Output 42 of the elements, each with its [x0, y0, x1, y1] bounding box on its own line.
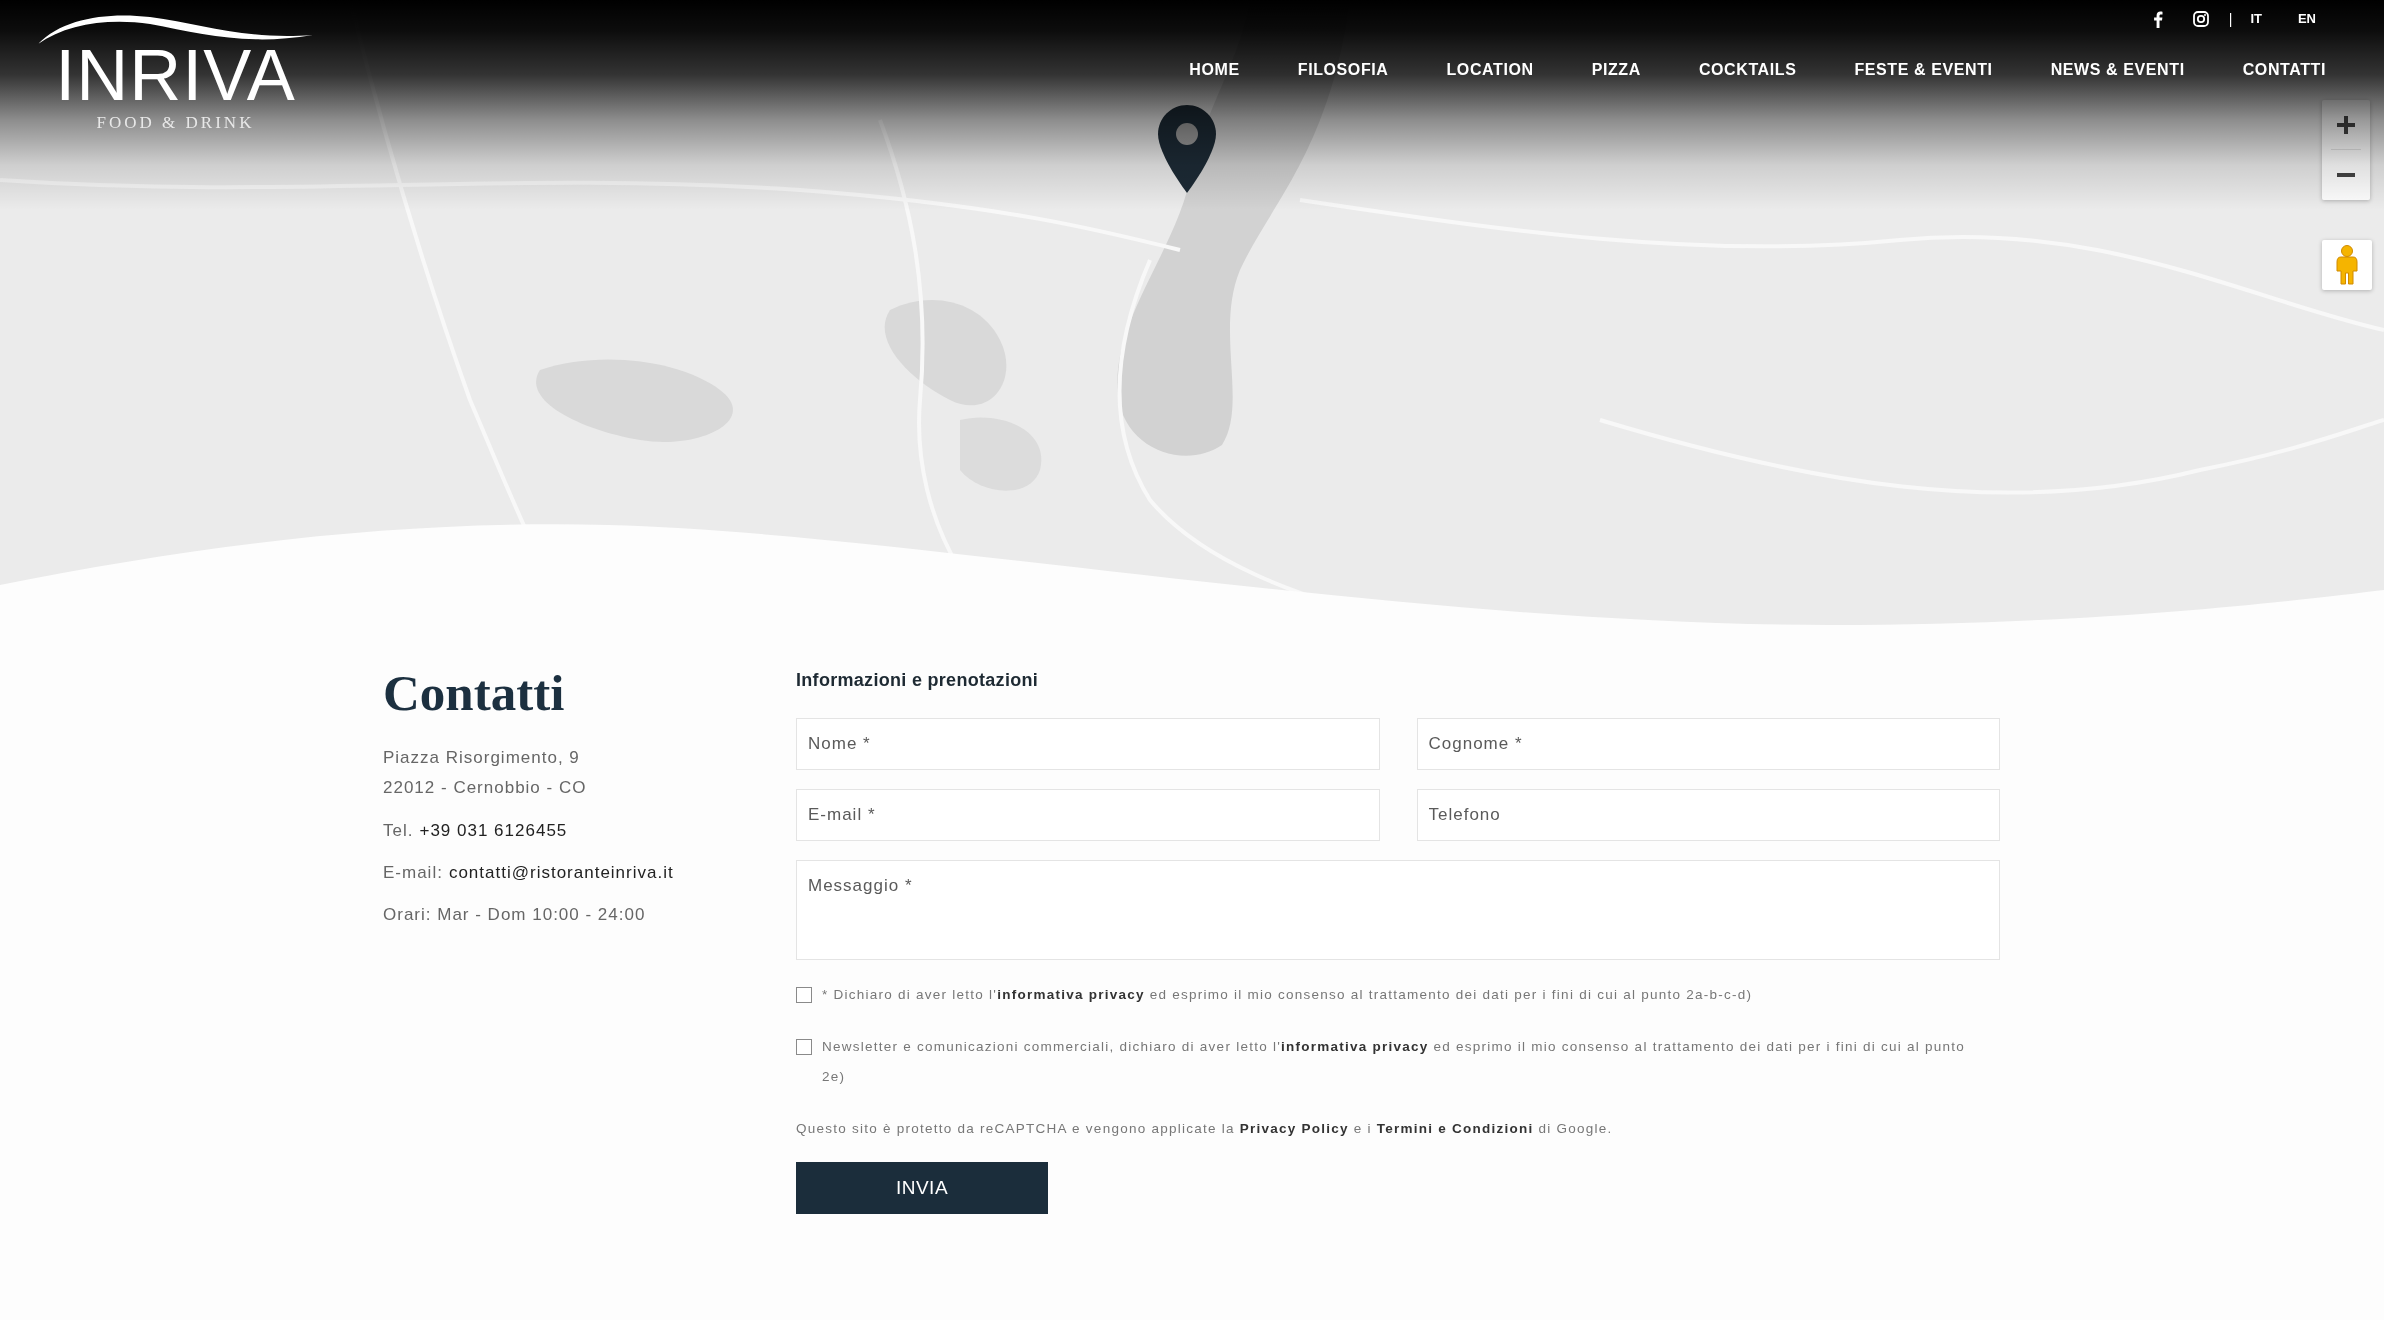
logo-text[interactable]: INRIVA [55, 39, 296, 111]
instagram-icon[interactable] [2192, 11, 2209, 27]
language-link[interactable]: IT [2250, 10, 2262, 28]
checkbox[interactable] [796, 987, 812, 1003]
inline-link[interactable]: Privacy Policy [1239, 1121, 1349, 1136]
form-title: Informazioni e prenotazioni [796, 669, 1040, 692]
consent-text: * Dichiaro di aver letto l'informativa privacy ed esprimo il mio consenso al trattamento dei dati per i fini di cui al punto 2a-b-c-d) [822, 986, 1753, 1004]
input-field[interactable]: Nome * [796, 718, 1380, 770]
checkbox[interactable] [796, 1039, 812, 1055]
nav-link[interactable]: CONTATTI [2242, 60, 2326, 80]
inline-link[interactable]: informativa privacy [1281, 1039, 1429, 1054]
plus-icon [2337, 115, 2355, 134]
nav-link[interactable]: FILOSOFIA [1297, 60, 1389, 80]
nav-link[interactable]: NEWS & EVENTI [2050, 60, 2185, 80]
input-field[interactable]: Telefono [1416, 789, 2000, 841]
nav-link[interactable]: HOME [1189, 60, 1240, 80]
input-field[interactable]: E-mail * [796, 789, 1380, 841]
map-marker-icon [1158, 105, 1216, 193]
page-title: Contatti [383, 664, 566, 723]
submit-button[interactable]: INVIA [796, 1162, 1048, 1214]
language-separator: | [2228, 10, 2233, 28]
address-line: 22012 - Cernobbio - CO [383, 777, 588, 799]
person-icon [2336, 245, 2358, 285]
phone-label: Tel. [383, 821, 414, 841]
email-label: E-mail: [383, 863, 443, 883]
address-line: Piazza Risorgimento, 9 [383, 747, 581, 769]
phone-link[interactable]: +39 031 6126455 [419, 821, 568, 841]
facebook-icon[interactable] [2152, 10, 2163, 28]
nav-link[interactable]: LOCATION [1446, 60, 1534, 80]
nav-link[interactable]: FESTE & EVENTI [1854, 60, 1993, 80]
nav-link[interactable]: COCKTAILS [1698, 60, 1797, 80]
message-field[interactable]: Messaggio * [796, 860, 2000, 960]
recaptcha-notice: Questo sito è protetto da reCAPTCHA e vengono applicate la Privacy Policy e i Termini e Condizioni di Google. [796, 1120, 1614, 1138]
inline-link[interactable]: informativa privacy [997, 987, 1145, 1002]
nav-link[interactable]: PIZZA [1591, 60, 1641, 80]
email-link[interactable]: contatti@ristoranteinriva.it [448, 863, 674, 883]
minus-icon [2337, 172, 2355, 177]
language-link[interactable]: EN [2297, 10, 2316, 28]
consent-text: Newsletter e comunicazioni commerciali, dichiaro di aver letto l'informativa privacy ed esprimo il mio consenso al trattamento dei dati per i fini di cui al punto 2e) [822, 1038, 1967, 1086]
inline-link[interactable]: Termini e Condizioni [1376, 1121, 1534, 1136]
input-field[interactable]: Cognome * [1416, 718, 2000, 770]
opening-hours: Orari: Mar - Dom 10:00 - 24:00 [383, 905, 646, 925]
